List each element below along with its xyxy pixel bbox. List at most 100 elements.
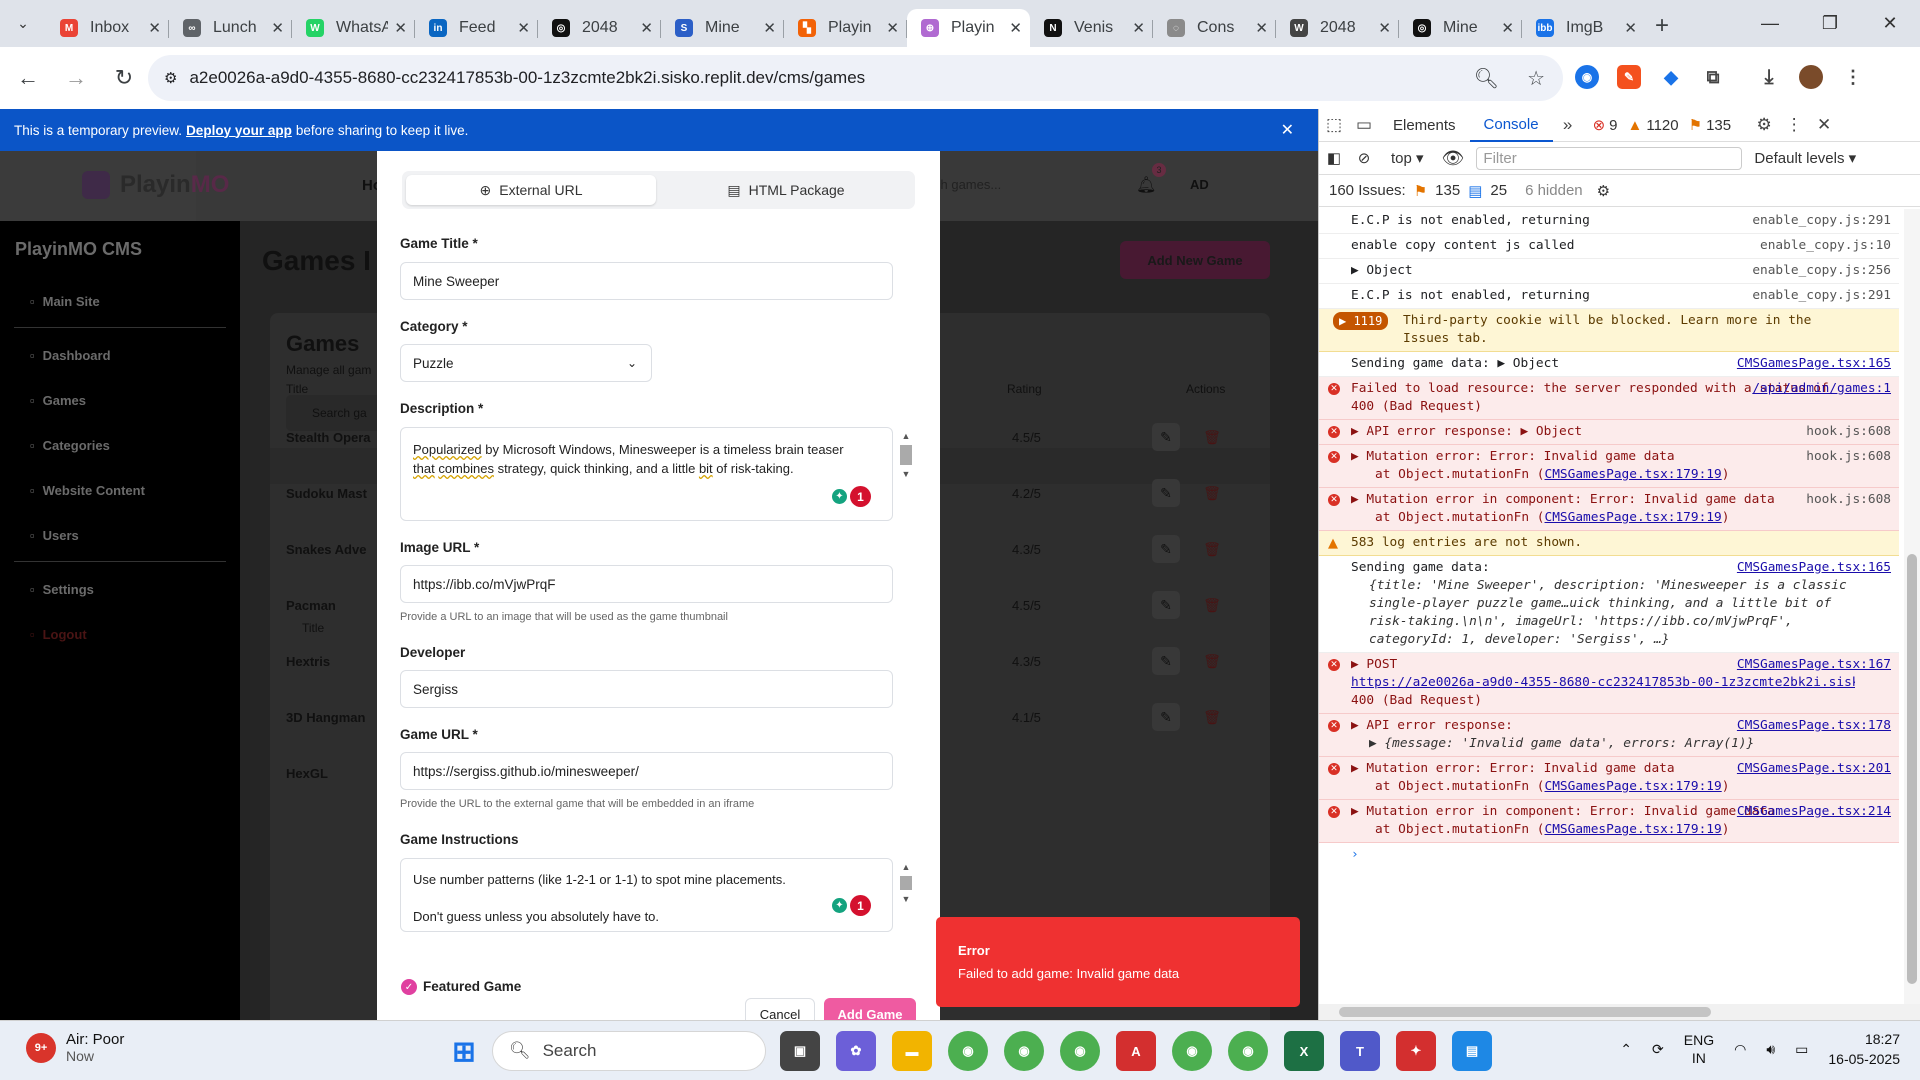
sync-icon[interactable]: ⟳ [1652,1041,1664,1058]
source-link[interactable]: CMSGamesPage.tsx:165 [1737,559,1891,577]
more-tabs-icon[interactable]: » [1553,115,1583,135]
minimize-button[interactable]: — [1740,13,1800,34]
grammar-checker-badge[interactable]: ✦ 1 [832,486,871,507]
reload-button[interactable]: ↻ [104,65,144,91]
close-tab-icon[interactable]: ✕ [271,19,284,37]
inspect-element-icon[interactable]: ⬚ [1319,115,1349,135]
cancel-button[interactable]: Cancel [745,998,815,1020]
nav-categories[interactable]: Categories [30,438,110,453]
weather-widget[interactable]: 9+ Air: Poor Now [26,1031,124,1064]
console-filter-input[interactable]: Filter [1476,146,1743,170]
browser-tab[interactable]: W WhatsApp ✕ [292,9,415,47]
device-toolbar-icon[interactable]: ▭ [1349,115,1379,135]
extension-pdf-icon[interactable]: ✎ [1617,65,1641,89]
console-message[interactable]: ✕ ▶ POST CMSGamesPage.tsx:167 https://a2e00… [1319,653,1899,714]
source-link[interactable]: hook.js:608 [1806,448,1891,466]
clock[interactable]: 18:27 16-05-2025 [1828,1029,1900,1069]
issues-settings-icon[interactable]: ⚙ [1597,182,1610,200]
log-levels-select[interactable]: Default levels ▾ [1754,149,1856,167]
close-banner-icon[interactable]: ✕ [1281,120,1294,140]
close-tab-icon[interactable]: ✕ [1255,19,1268,37]
settings-gear-icon[interactable]: ⚙ [1749,115,1779,135]
chrome-profile-icon[interactable]: ◉ [1004,1031,1044,1071]
console-message[interactable]: E.C.P is not enabled, returning enable_co… [1319,209,1899,234]
devtools-menu-icon[interactable]: ⋮ [1779,115,1809,135]
close-tab-icon[interactable]: ✕ [148,19,161,37]
edit-icon[interactable]: ✎ [1152,647,1180,675]
excel-icon[interactable]: X [1284,1031,1324,1071]
console-prompt[interactable]: › [1319,843,1899,867]
source-link[interactable]: CMSGamesPage.tsx:165 [1737,355,1891,373]
file-explorer-icon[interactable]: ▬ [892,1031,932,1071]
battery-icon[interactable]: ▭ [1795,1041,1808,1058]
browser-tab[interactable]: in Feed ✕ [415,9,538,47]
nav-website-content[interactable]: Website Content [30,483,145,498]
close-devtools-icon[interactable]: ✕ [1809,115,1839,135]
app-logo[interactable]: PlayinMO [82,171,229,199]
description-scrollbar[interactable]: ▲ ▼ [898,431,914,479]
browser-tab[interactable]: S Mine ✕ [661,9,784,47]
extensions-puzzle-icon[interactable]: ⧉ [1701,65,1725,89]
live-expression-eye-icon[interactable]: 👁︎ [1442,148,1465,169]
close-tab-icon[interactable]: ✕ [640,19,653,37]
error-toast[interactable]: Error Failed to add game: Invalid game d… [936,917,1300,1007]
edit-icon[interactable]: ✎ [1152,591,1180,619]
tab-search-button[interactable]: ⌄ [10,11,36,37]
teams-icon[interactable]: T [1340,1031,1380,1071]
browser-tab[interactable]: ▚ Playin ✕ [784,9,907,47]
developer-input[interactable]: Sergiss [400,670,893,708]
trash-icon[interactable]: 🗑︎ [1198,647,1226,675]
featured-game-checkbox[interactable]: ✓ [401,979,417,995]
sidebar-toggle-icon[interactable]: ◧ [1319,149,1349,167]
source-link[interactable]: enable_copy.js:291 [1752,212,1891,230]
back-button[interactable]: ← [8,65,48,91]
source-link[interactable]: CMSGamesPage.tsx:214 [1737,803,1891,821]
edit-icon[interactable]: ✎ [1152,423,1180,451]
close-window-button[interactable]: ✕ [1860,13,1920,34]
chrome-icon[interactable]: ◉ [948,1031,988,1071]
stack-link[interactable]: CMSGamesPage.tsx:179:19 [1545,510,1722,525]
browser-tab[interactable]: ibb ImgB ✕ [1522,9,1645,47]
browser-tab[interactable]: ◌ Cons ✕ [1153,9,1276,47]
browser-tab[interactable]: W 2048 ✕ [1276,9,1399,47]
task-view-icon[interactable]: ▣ [780,1031,820,1071]
close-tab-icon[interactable]: ✕ [886,19,899,37]
tab-external-url[interactable]: ⊕ External URL [406,175,656,205]
source-link[interactable]: CMSGamesPage.tsx:167 [1737,656,1891,674]
nav-users[interactable]: Users [30,528,79,543]
console-hscrollbar[interactable] [1319,1004,1920,1020]
browser-menu-icon[interactable]: ⋮ [1841,65,1865,89]
console-message[interactable]: ▶ 1119 Third-party cookie will be blocked… [1319,309,1899,352]
category-select[interactable]: Puzzle ⌄ [400,344,652,382]
profile-avatar[interactable] [1799,65,1823,89]
chrome-profile-icon[interactable]: ◉ [1060,1031,1100,1071]
zoom-icon[interactable]: 🔍︎ [1474,66,1499,91]
browser-tab[interactable]: ∞ Lunch ✕ [169,9,292,47]
site-info-icon[interactable]: ⚙ [164,69,177,87]
console-message[interactable]: ▶ Object enable_copy.js:256 [1319,259,1899,284]
nav-main-site[interactable]: Main Site [30,294,100,309]
console-message[interactable]: ✕ ▶ Mutation error: Error: Invalid game d… [1319,445,1899,488]
forward-button[interactable]: → [56,65,96,91]
issues-count[interactable]: ⚑ 135 [1689,116,1731,135]
nav-settings[interactable]: Settings [30,582,94,597]
context-select[interactable]: top ▾ [1391,149,1424,167]
deploy-app-link[interactable]: Deploy your app [186,123,292,138]
extension-globe-icon[interactable]: ◉ [1575,65,1599,89]
game-url-input[interactable]: https://sergiss.github.io/minesweeper/ [400,752,893,790]
source-link[interactable]: /api/admin/games:1 [1752,380,1891,398]
edit-icon[interactable]: ✎ [1152,479,1180,507]
stack-link[interactable]: CMSGamesPage.tsx:179:19 [1545,779,1722,794]
warning-count[interactable]: ▲ 1120 [1628,117,1679,134]
user-avatar[interactable]: AD [1190,177,1209,192]
close-tab-icon[interactable]: ✕ [394,19,407,37]
trash-icon[interactable]: 🗑︎ [1198,535,1226,563]
image-url-input[interactable]: https://ibb.co/mVjwPrqF [400,565,893,603]
download-icon[interactable]: ⤓ [1757,65,1781,89]
console-message[interactable]: Sending game data: ▶ Object CMSGamesPage.… [1319,352,1899,377]
object-preview[interactable]: {title: 'Mine Sweeper', description: 'Mi… [1351,577,1855,649]
maximize-button[interactable]: ❐ [1800,13,1860,34]
edit-icon[interactable]: ✎ [1152,535,1180,563]
console-message[interactable]: ✕ ▶ Mutation error in component: Error: I… [1319,488,1899,531]
chrome-profile-icon[interactable]: ◉ [1228,1031,1268,1071]
